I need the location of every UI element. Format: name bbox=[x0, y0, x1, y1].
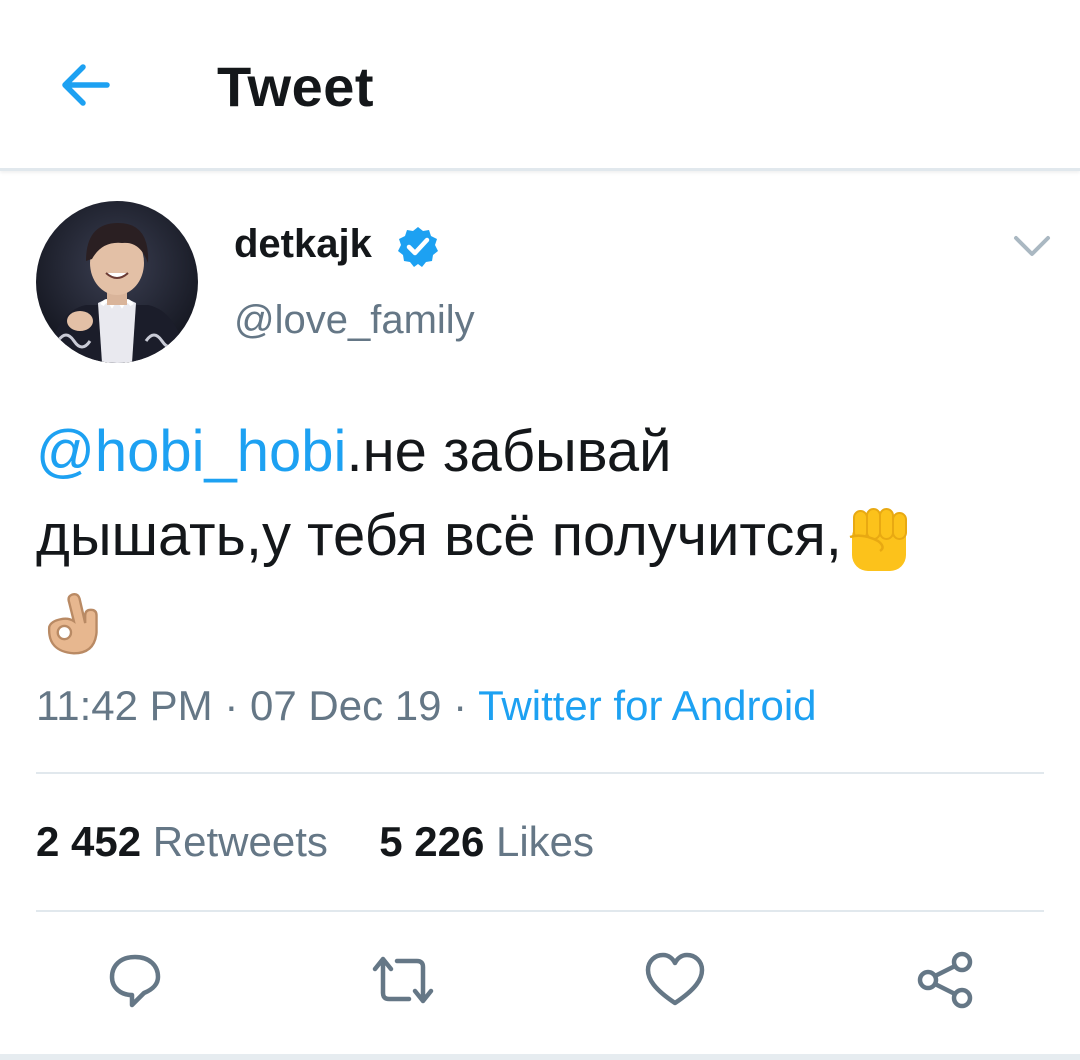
likes-stat[interactable]: 5 226 Likes bbox=[379, 818, 594, 865]
back-button[interactable] bbox=[52, 52, 118, 118]
tweet-date: 07 Dec 19 bbox=[250, 682, 442, 729]
likes-count: 5 226 bbox=[379, 818, 485, 865]
retweets-count: 2 452 bbox=[36, 818, 142, 865]
author-display-name[interactable]: detkajk bbox=[234, 222, 372, 267]
verified-badge-icon bbox=[398, 227, 438, 267]
raised-fist-emoji bbox=[849, 507, 907, 571]
retweet-button[interactable] bbox=[368, 945, 438, 1015]
meta-separator: · bbox=[224, 682, 239, 729]
share-icon bbox=[917, 951, 973, 1009]
retweet-icon bbox=[372, 956, 434, 1004]
tweet-time: 11:42 PM bbox=[36, 682, 213, 729]
tweet-text: @hobi_hobi.не забывай дышать,у тебя всё … bbox=[36, 410, 1046, 662]
mention-link[interactable]: @hobi_hobi bbox=[36, 419, 346, 484]
tweet-metadata: 11:42 PM · 07 Dec 19 · Twitter for Andro… bbox=[36, 682, 817, 730]
like-icon bbox=[645, 952, 705, 1006]
arrow-left-icon bbox=[62, 64, 110, 106]
tweet-text-line2: дышать,у тебя всё получится, bbox=[36, 503, 842, 568]
author-handle[interactable]: @love_family bbox=[234, 298, 475, 343]
share-button[interactable] bbox=[910, 945, 980, 1015]
tweet-stats: 2 452 Retweets 5 226 Likes bbox=[36, 818, 594, 866]
chevron-down-icon[interactable] bbox=[1010, 228, 1054, 264]
divider bbox=[36, 772, 1044, 774]
like-button[interactable] bbox=[640, 945, 710, 1015]
tweet-text-line1: .не забывай bbox=[346, 419, 672, 484]
divider bbox=[36, 910, 1044, 912]
ok-hand-emoji bbox=[48, 592, 98, 655]
avatar[interactable] bbox=[36, 201, 198, 363]
page-title: Tweet bbox=[217, 55, 375, 118]
meta-separator: · bbox=[453, 682, 468, 729]
bottom-border bbox=[0, 1054, 1080, 1060]
reply-icon bbox=[109, 954, 161, 1008]
tweet-source-link[interactable]: Twitter for Android bbox=[478, 682, 816, 729]
top-app-bar: Tweet bbox=[0, 0, 1080, 171]
retweets-stat[interactable]: 2 452 Retweets bbox=[36, 818, 328, 865]
reply-button[interactable] bbox=[100, 945, 170, 1015]
retweets-label: Retweets bbox=[152, 818, 328, 865]
likes-label: Likes bbox=[495, 818, 595, 865]
